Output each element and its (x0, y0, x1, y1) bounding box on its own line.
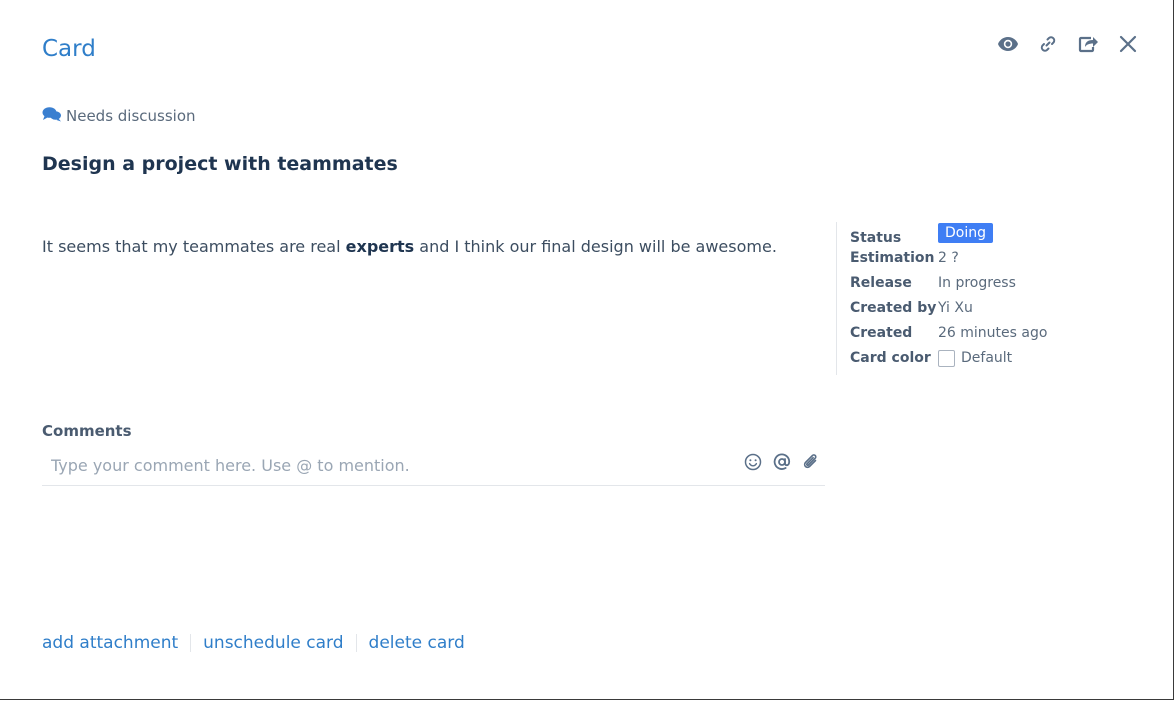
status-label: Status (850, 230, 902, 246)
card-color-label: Card color (850, 350, 931, 366)
comment-box (42, 446, 825, 486)
watch-button[interactable] (996, 32, 1020, 56)
card-color-value[interactable]: Default (938, 349, 1013, 367)
status-badge[interactable]: Doing (938, 223, 993, 243)
release-row: Release In progress (850, 272, 1016, 294)
created-label: Created (850, 325, 913, 341)
discussion-tag-label: Needs discussion (66, 107, 196, 125)
share-icon (1077, 34, 1099, 54)
estimation-value[interactable]: 2 ? (938, 250, 959, 266)
status-value[interactable]: Doing (938, 223, 993, 243)
comments-icon (42, 106, 62, 126)
color-swatch[interactable] (938, 349, 955, 367)
dialog-title: Card (42, 36, 96, 62)
status-row: Status Doing (850, 222, 993, 246)
description-text-after: and I think our final design will be awe… (414, 237, 777, 256)
add-attachment-link[interactable]: add attachment (42, 633, 178, 653)
description-text-before: It seems that my teammates are real (42, 237, 346, 256)
release-value[interactable]: In progress (938, 275, 1016, 291)
unschedule-card-link[interactable]: unschedule card (203, 633, 343, 653)
mention-icon (773, 453, 791, 475)
share-button[interactable] (1076, 32, 1100, 56)
footer-divider (355, 634, 357, 652)
emoji-icon (744, 453, 762, 475)
footer-actions: add attachment unschedule card delete ca… (42, 633, 465, 653)
created-by-label: Created by (850, 300, 937, 316)
discussion-tag[interactable]: Needs discussion (42, 106, 196, 126)
copy-link-button[interactable] (1036, 32, 1060, 56)
close-button[interactable] (1116, 32, 1140, 56)
created-by-row: Created by Yi Xu (850, 297, 973, 319)
card-title[interactable]: Design a project with teammates (42, 153, 398, 175)
description-bold-text: experts (345, 237, 415, 256)
created-value: 26 minutes ago (938, 325, 1048, 341)
header-actions (996, 32, 1140, 56)
link-icon (1038, 34, 1058, 54)
comment-tools (743, 453, 821, 475)
card-color-name: Default (961, 350, 1013, 366)
created-by-value: Yi Xu (938, 300, 973, 316)
created-row: Created 26 minutes ago (850, 322, 1047, 344)
comment-input[interactable] (42, 446, 750, 484)
comments-label: Comments (42, 422, 132, 440)
eye-icon (997, 36, 1019, 52)
footer-divider (190, 634, 192, 652)
card-description[interactable]: It seems that my teammates are real expe… (42, 235, 812, 259)
mention-button[interactable] (772, 453, 792, 475)
emoji-button[interactable] (743, 453, 763, 475)
card-details-sidebar: Status Doing Estimation 2 ? Release In p… (836, 222, 1137, 375)
close-icon (1119, 35, 1137, 53)
card-color-row: Card color Default (850, 347, 1012, 369)
attach-button[interactable] (801, 454, 821, 474)
release-label: Release (850, 275, 912, 291)
card-dialog: Card Needs discussion Design a project w… (0, 0, 1174, 700)
estimation-row: Estimation 2 ? (850, 247, 959, 269)
delete-card-link[interactable]: delete card (369, 633, 465, 653)
estimation-label: Estimation (850, 250, 935, 266)
attachment-icon (802, 453, 820, 475)
